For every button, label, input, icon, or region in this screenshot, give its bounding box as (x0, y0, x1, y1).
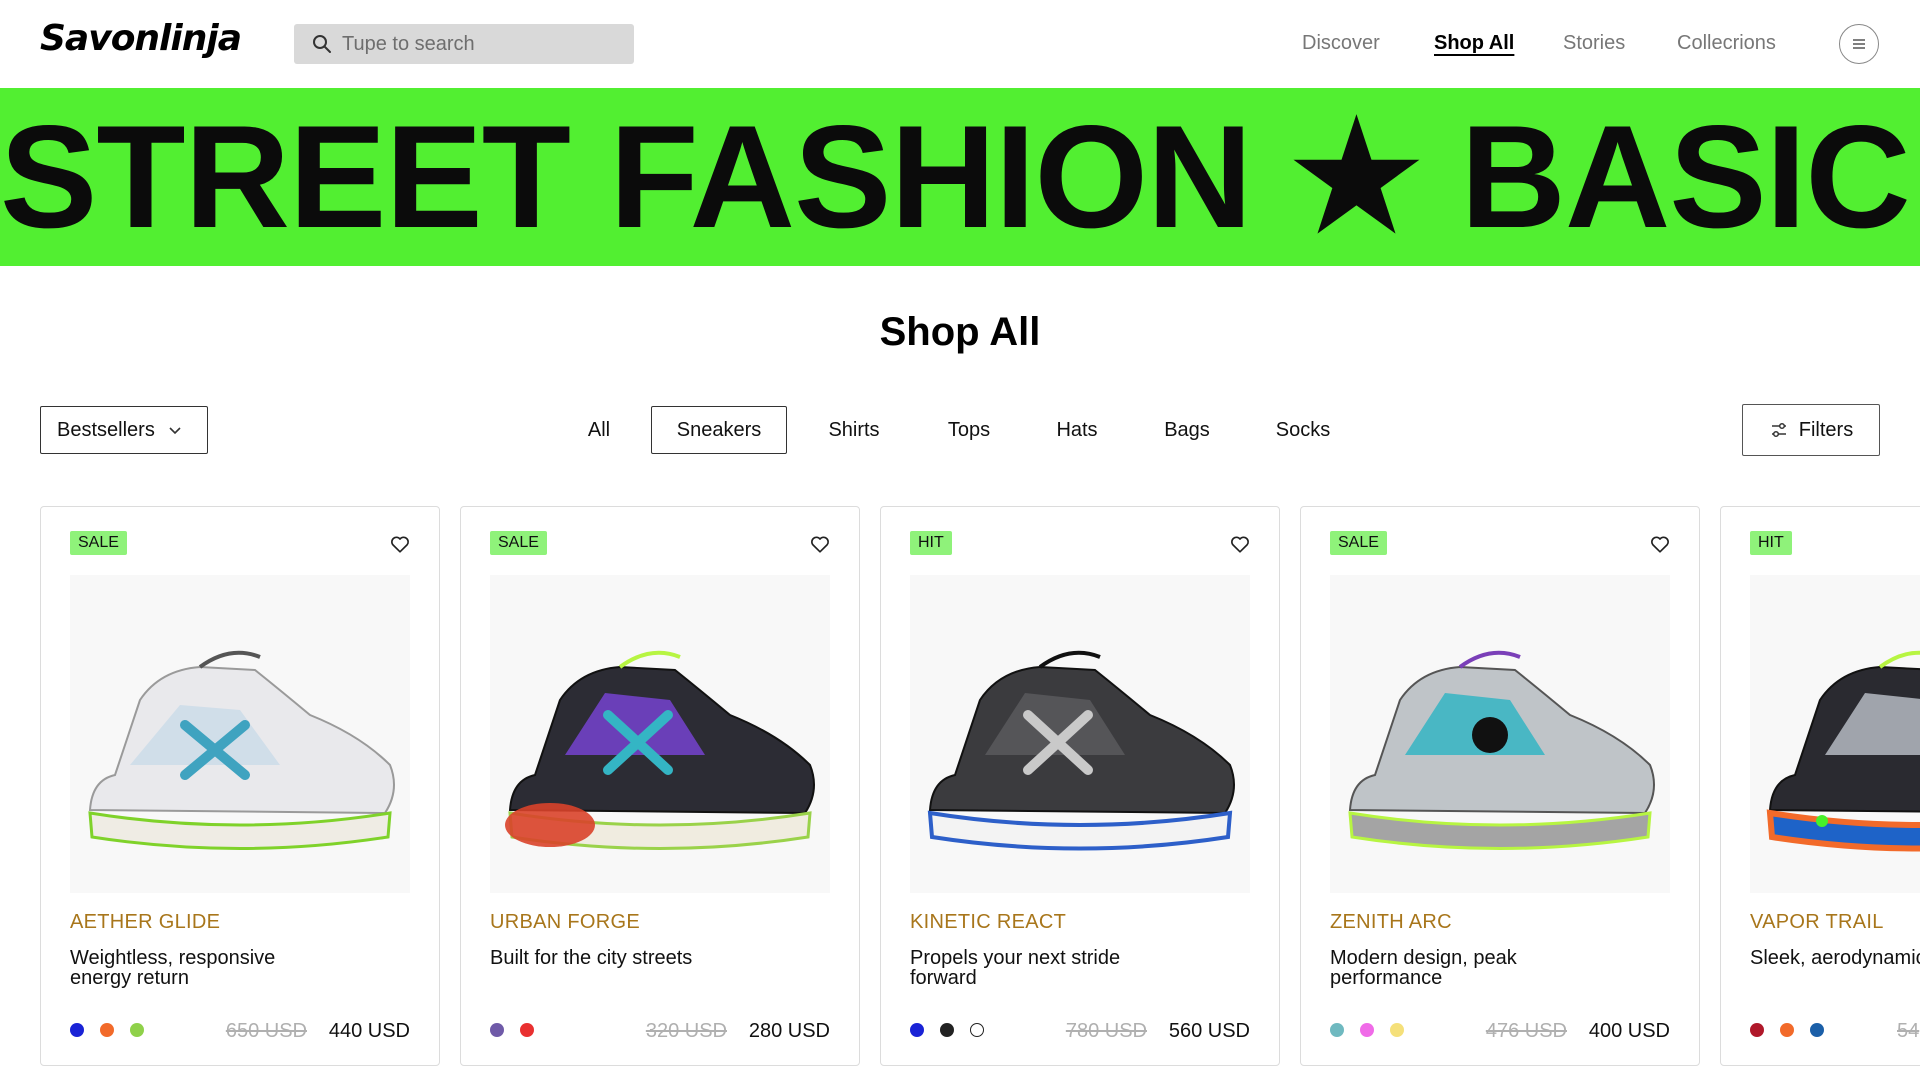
original-price: 780 USD (1065, 1020, 1147, 1042)
category-tab-all[interactable]: All (574, 406, 624, 454)
color-swatch[interactable] (1780, 1023, 1794, 1037)
category-tab-tops[interactable]: Tops (934, 406, 1004, 454)
color-swatches (70, 1023, 160, 1037)
marquee-banner: STREET FASHION ★ BASIC ★ S (0, 88, 1920, 266)
sneaker-illustration (927, 650, 1235, 851)
color-swatches (1750, 1023, 1840, 1037)
search-bar[interactable] (294, 24, 634, 64)
color-swatch[interactable] (1360, 1023, 1374, 1037)
product-image[interactable] (1330, 575, 1670, 893)
product-description: Weightless, responsive energy return (70, 947, 276, 989)
color-swatch[interactable] (970, 1023, 984, 1037)
product-badge: HIT (1750, 531, 1792, 555)
product-description: Modern design, peak performance (1330, 947, 1517, 989)
sale-price: 280 USD (748, 1020, 830, 1042)
product-name[interactable]: KINETIC REACT (910, 911, 1066, 934)
heart-icon[interactable] (1649, 533, 1671, 555)
search-icon (313, 35, 331, 53)
product-badge: HIT (910, 531, 952, 555)
original-price: 650 USD (225, 1020, 307, 1042)
original-price: 320 USD (645, 1020, 727, 1042)
sort-label: Bestsellers (57, 418, 155, 441)
category-tab-sneakers[interactable]: Sneakers (651, 406, 787, 454)
color-swatches (1330, 1023, 1420, 1037)
chevron-down-icon (169, 427, 181, 435)
hamburger-menu-button[interactable] (1839, 24, 1879, 64)
color-swatch[interactable] (70, 1023, 84, 1037)
color-swatch[interactable] (940, 1023, 954, 1037)
original-price: 54 (1897, 1020, 1920, 1042)
color-swatch[interactable] (490, 1023, 504, 1037)
nav-shop-all[interactable]: Shop All (1434, 32, 1514, 55)
nav-collections[interactable]: Collecrions (1677, 32, 1776, 55)
sneaker-illustration (505, 650, 815, 850)
sale-price: 440 USD (328, 1020, 410, 1042)
product-badge: SALE (70, 531, 127, 555)
product-card[interactable]: SALE AETHER GLIDE Weightless, responsive… (40, 506, 440, 1066)
product-badge: SALE (490, 531, 547, 555)
category-tab-socks[interactable]: Socks (1266, 406, 1340, 454)
product-card[interactable]: SALE ZENITH ARC Modern design, peak perf… (1300, 506, 1700, 1066)
product-badge: SALE (1330, 531, 1387, 555)
filters-label: Filters (1798, 418, 1854, 441)
product-name[interactable]: VAPOR TRAIL (1750, 911, 1884, 934)
color-swatch[interactable] (520, 1023, 534, 1037)
product-grid: SALE AETHER GLIDE Weightless, responsive… (0, 506, 1920, 1080)
heart-icon[interactable] (389, 533, 411, 555)
category-tab-shirts[interactable]: Shirts (812, 406, 896, 454)
category-tab-bags[interactable]: Bags (1154, 406, 1220, 454)
color-swatch[interactable] (1330, 1023, 1344, 1037)
heart-icon[interactable] (1229, 533, 1251, 555)
sale-price: 560 USD (1168, 1020, 1250, 1042)
sort-dropdown[interactable]: Bestsellers (40, 406, 208, 454)
nav-stories[interactable]: Stories (1563, 32, 1625, 55)
top-header: Savonlinja Discover Shop All Stories Col… (0, 0, 1920, 88)
filters-button[interactable]: Filters (1742, 404, 1880, 456)
color-swatches (910, 1023, 1000, 1037)
page-title: Shop All (879, 310, 1041, 354)
product-card[interactable]: HIT VAPOR TRAIL Sleek, aerodynamic 54 (1720, 506, 1920, 1066)
product-image[interactable] (910, 575, 1250, 893)
product-description: Sleek, aerodynamic (1750, 947, 1920, 969)
product-card[interactable]: HIT KINETIC REACT Propels your next stri… (880, 506, 1280, 1066)
search-input[interactable] (342, 32, 622, 56)
banner-text: STREET FASHION ★ BASIC ★ S (0, 95, 1920, 258)
color-swatch[interactable] (1390, 1023, 1404, 1037)
product-card[interactable]: SALE URBAN FORGE Built for the city stre… (460, 506, 860, 1066)
product-image[interactable] (70, 575, 410, 893)
color-swatches (490, 1023, 550, 1037)
product-image[interactable] (490, 575, 830, 893)
color-swatch[interactable] (130, 1023, 144, 1037)
brand-logo[interactable]: Savonlinja (40, 18, 242, 59)
color-swatch[interactable] (100, 1023, 114, 1037)
hamburger-icon (1853, 39, 1865, 49)
heart-icon[interactable] (809, 533, 831, 555)
original-price: 476 USD (1485, 1020, 1567, 1042)
sale-price: 400 USD (1588, 1020, 1670, 1042)
sneaker-illustration (88, 650, 395, 850)
nav-discover[interactable]: Discover (1302, 32, 1380, 55)
product-description: Built for the city streets (490, 947, 693, 969)
color-swatch[interactable] (910, 1023, 924, 1037)
sneaker-illustration (1766, 650, 1920, 852)
color-swatch[interactable] (1810, 1023, 1824, 1037)
product-name[interactable]: URBAN FORGE (490, 911, 640, 934)
color-swatch[interactable] (1750, 1023, 1764, 1037)
sneaker-illustration (1348, 650, 1655, 850)
product-description: Propels your next stride forward (910, 947, 1121, 989)
sliders-icon (1771, 422, 1786, 438)
product-name[interactable]: AETHER GLIDE (70, 911, 220, 934)
product-name[interactable]: ZENITH ARC (1330, 911, 1452, 934)
category-tab-hats[interactable]: Hats (1044, 406, 1110, 454)
product-image[interactable] (1750, 575, 1920, 893)
